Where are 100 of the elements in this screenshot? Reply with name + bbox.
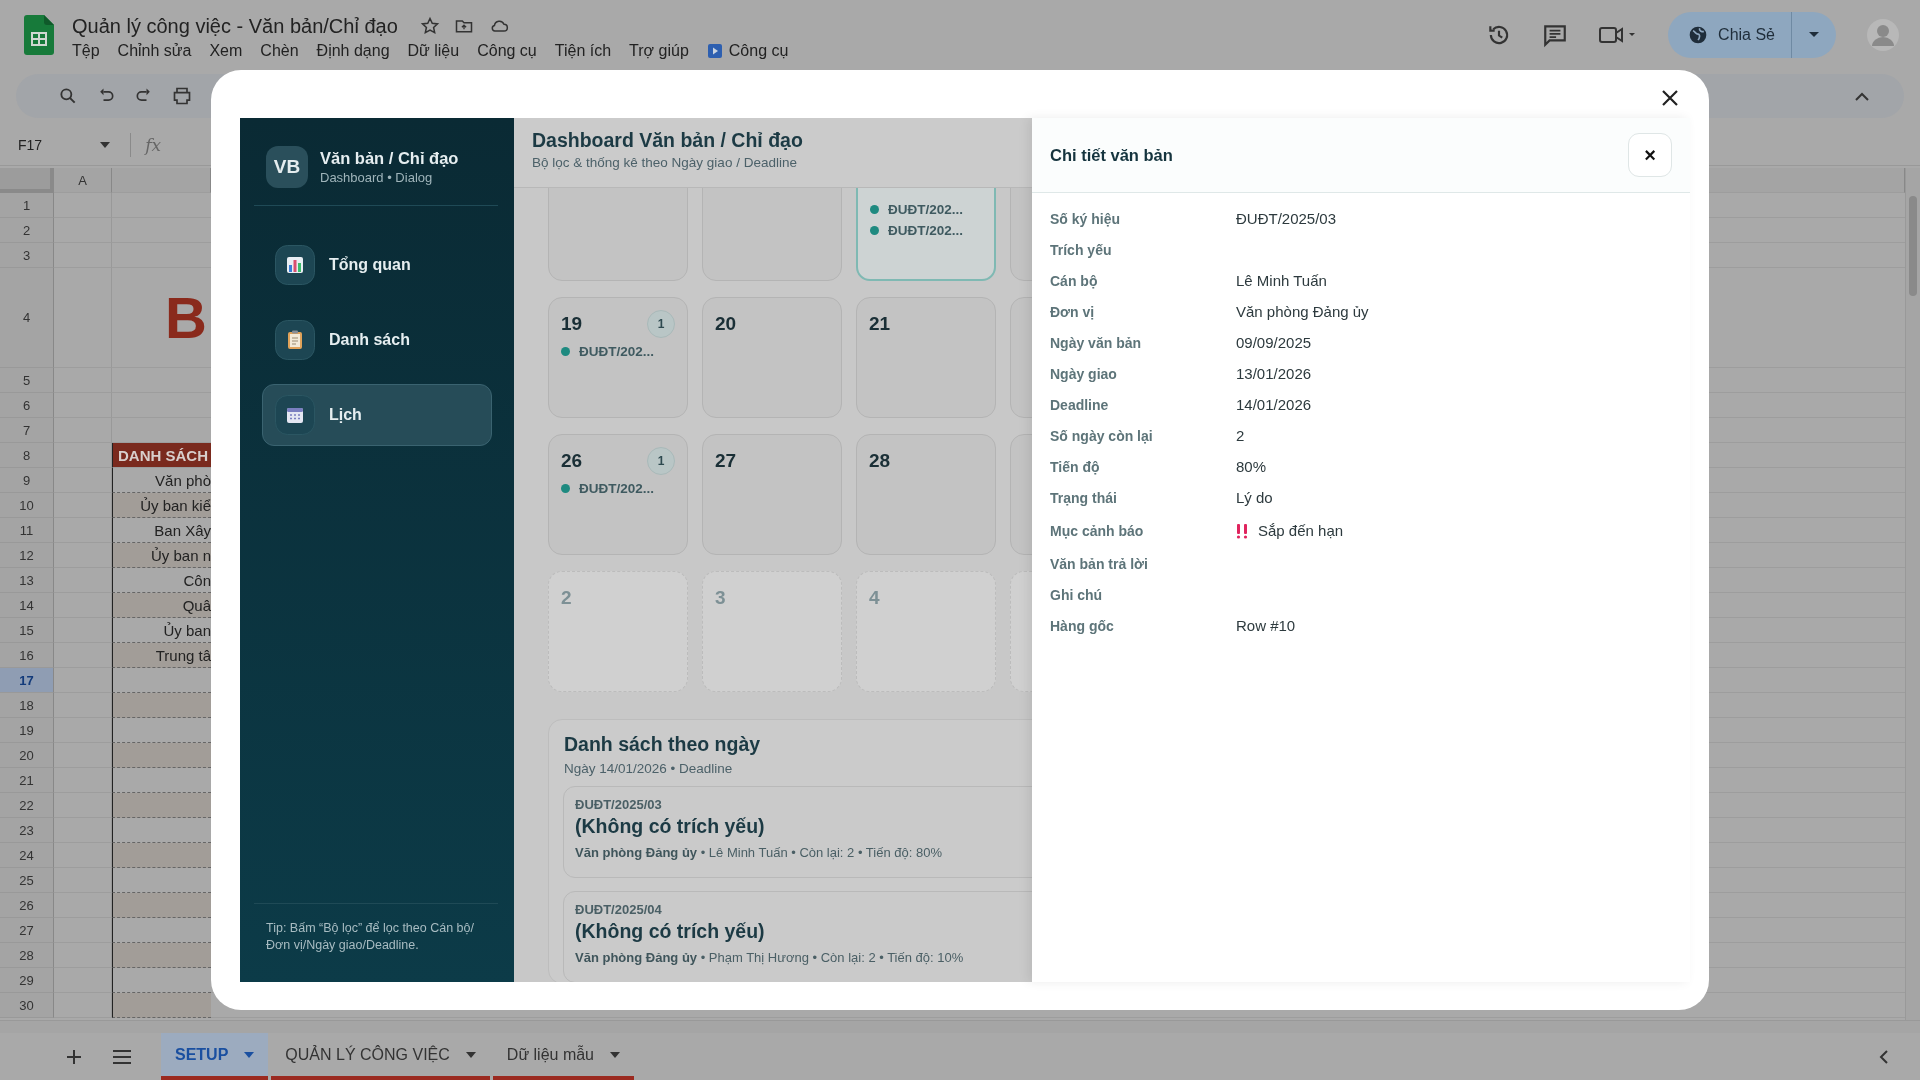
sheet-tab[interactable]: QUẢN LÝ CÔNG VIỆC [271,1033,490,1080]
menu-item[interactable]: Công cụ [468,41,546,60]
row-number[interactable]: 23 [0,818,54,843]
calendar-day-cell[interactable]: ĐUĐT/202... ĐUĐT/202... [856,188,996,281]
table-cell[interactable]: Quâ [112,593,211,618]
horizontal-scrollbar[interactable] [0,1020,1920,1033]
search-icon[interactable] [58,86,78,106]
row-number[interactable]: 8 [0,443,54,468]
menu-item[interactable]: Chèn [251,41,308,60]
row-number[interactable]: 12 [0,543,54,568]
close-icon[interactable] [1660,88,1680,108]
column-header[interactable]: A [54,168,112,193]
row-number[interactable]: 26 [0,893,54,918]
grid-cell[interactable] [54,268,112,368]
calendar-day-cell[interactable]: 21 [856,297,996,418]
row-number[interactable]: 20 [0,743,54,768]
row-number[interactable]: 3 [0,243,54,268]
table-cell[interactable] [112,993,211,1018]
column-header[interactable] [112,168,211,193]
table-cell[interactable] [112,943,211,968]
row-number[interactable]: 1 [0,193,54,218]
row-number[interactable]: 2 [0,218,54,243]
grid-cell[interactable] [54,243,112,268]
document-card[interactable]: ĐUĐT/2025/04 (Không có trích yếu) Văn phòng Đảng ủy • Phạm Thị Hương • Còn lại: 2 • Tiến độ: 10% [563,891,1032,982]
row-number[interactable]: 19 [0,718,54,743]
nav-item[interactable]: Tổng quan [262,234,492,296]
grid-cell[interactable] [54,368,112,393]
comment-icon[interactable] [1542,22,1569,48]
table-cell[interactable]: Ủy ban n [112,543,211,568]
grid-cell[interactable] [54,768,112,793]
spreadsheet-logo-icon[interactable] [24,15,54,55]
row-number[interactable]: 11 [0,518,54,543]
name-box[interactable]: F17 [18,136,111,153]
table-cell[interactable] [112,743,211,768]
share-button[interactable]: Chia Sẻ [1668,12,1836,58]
calendar-day-cell[interactable]: 19 1 ĐUĐT/202... [548,297,688,418]
table-cell[interactable]: Trung tâ [112,643,211,668]
caret-down-icon[interactable] [1808,31,1820,39]
row-number[interactable]: 22 [0,793,54,818]
sheet-tab[interactable]: SETUP [161,1033,269,1080]
grid-cell[interactable] [54,718,112,743]
row-number[interactable]: 4 [0,268,54,368]
star-icon[interactable] [419,16,440,36]
row-number[interactable]: 25 [0,868,54,893]
menu-item[interactable]: Dữ liệu [398,41,469,60]
row-number[interactable]: 16 [0,643,54,668]
row-number[interactable]: 9 [0,468,54,493]
table-cell[interactable] [112,793,211,818]
print-icon[interactable] [172,86,192,106]
table-cell[interactable]: Ủy ban kiể [112,493,211,518]
menu-item[interactable]: Trợ giúp [620,41,698,60]
vertical-scrollbar[interactable] [1905,168,1920,1020]
calendar-entry[interactable]: ĐUĐT/202... [561,344,675,359]
row-number[interactable]: 21 [0,768,54,793]
menu-icon[interactable] [113,1049,131,1064]
calendar-day-cell[interactable]: 20 [702,297,842,418]
document-card[interactable]: ĐUĐT/2025/03 (Không có trích yếu) Văn phòng Đảng ủy • Lê Minh Tuấn • Còn lại: 2 • Tiến độ: 80% [563,786,1032,878]
row-number[interactable]: 28 [0,943,54,968]
chevron-left-icon[interactable] [1878,1049,1890,1064]
row-number[interactable]: 29 [0,968,54,993]
calendar-entry[interactable]: ĐUĐT/202... [870,202,982,217]
table-cell[interactable] [112,893,211,918]
grid-cell[interactable] [54,218,112,243]
plus-icon[interactable] [66,1048,82,1065]
table-cell[interactable] [112,693,211,718]
grid-cell[interactable] [54,868,112,893]
caret-up-icon[interactable] [1854,91,1870,101]
grid-cell[interactable] [54,568,112,593]
select-all-corner[interactable] [0,168,54,193]
grid-cell[interactable] [54,618,112,643]
menu-item[interactable]: Chỉnh sửa [108,41,201,60]
grid-cell[interactable] [54,193,112,218]
row-number[interactable]: 24 [0,843,54,868]
row-number[interactable]: 7 [0,418,54,443]
nav-item[interactable]: Danh sách [262,309,492,371]
row-number[interactable]: 6 [0,393,54,418]
row-number[interactable]: 15 [0,618,54,643]
sheet-tab[interactable]: Dữ liệu mẫu [492,1033,634,1080]
calendar-day-cell[interactable]: 27 [702,434,842,555]
row-number[interactable]: 10 [0,493,54,518]
grid-cell[interactable] [54,418,112,443]
close-button[interactable]: × [1628,133,1672,177]
row-number[interactable]: 13 [0,568,54,593]
grid-cell[interactable] [54,518,112,543]
nav-item[interactable]: Lịch [262,384,492,446]
menu-item[interactable]: Công cụ [697,41,798,60]
menu-item[interactable]: Định dạng [307,41,399,60]
row-number[interactable]: 14 [0,593,54,618]
menu-item[interactable]: Xem [200,41,252,60]
grid-cell[interactable] [54,468,112,493]
row-number[interactable]: 27 [0,918,54,943]
calendar-day-cell[interactable]: 28 [856,434,996,555]
grid-cell[interactable] [54,393,112,418]
row-number[interactable]: 18 [0,693,54,718]
row-number[interactable]: 30 [0,993,54,1018]
table-cell[interactable] [112,843,211,868]
row-number[interactable]: 17 [0,668,54,693]
grid-cell[interactable] [54,918,112,943]
avatar-icon[interactable] [1866,18,1900,52]
grid-cell[interactable] [54,818,112,843]
